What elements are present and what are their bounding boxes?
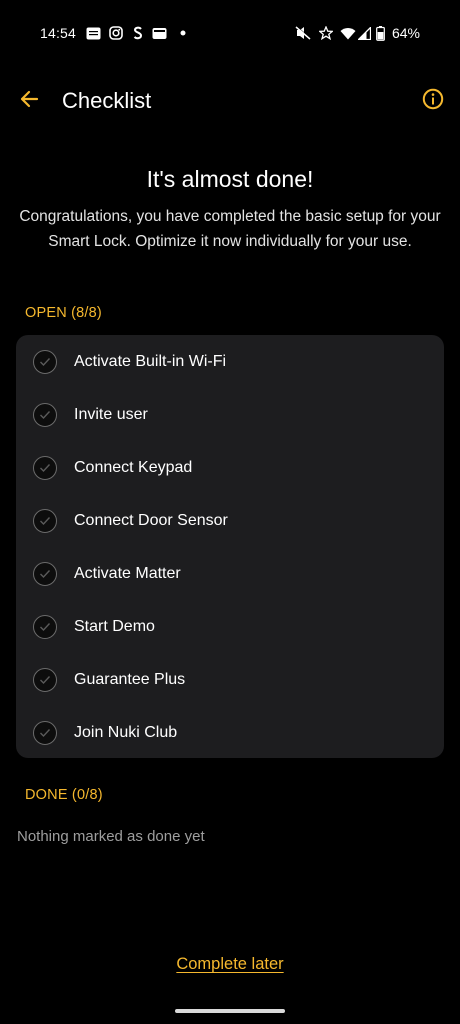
open-section-label: OPEN (8/8) (25, 305, 102, 321)
check-circle-icon[interactable] (33, 402, 57, 427)
headline: It's almost done! (146, 166, 314, 192)
wifi-icon (340, 26, 356, 40)
check-circle-icon[interactable] (33, 667, 57, 692)
check-circle-icon[interactable] (33, 508, 57, 533)
wallet-icon (152, 26, 167, 40)
battery-icon (376, 25, 385, 41)
checklist-item-guarantee-plus[interactable]: Guarantee Plus (16, 653, 444, 706)
open-checklist: Activate Built-in Wi-Fi Invite user Conn… (16, 335, 444, 758)
done-section-label: DONE (0/8) (25, 787, 103, 803)
checklist-item-activate-matter[interactable]: Activate Matter (16, 547, 444, 600)
arrow-left-icon (19, 90, 39, 113)
checklist-item-connect-door-sensor[interactable]: Connect Door Sensor (16, 494, 444, 547)
check-circle-icon[interactable] (33, 614, 57, 639)
page-title: Checklist (62, 88, 152, 113)
dot-icon (180, 26, 186, 40)
mute-vibrate-icon (295, 26, 311, 40)
signal-icon (358, 26, 371, 40)
home-indicator[interactable] (175, 1009, 285, 1013)
checklist-item-label: Invite user (74, 405, 148, 423)
checklist-item-label: Connect Keypad (74, 458, 193, 476)
complete-later-link[interactable]: Complete later (176, 955, 283, 973)
checklist-item-label: Join Nuki Club (74, 723, 178, 741)
checklist-item-label: Start Demo (74, 617, 155, 635)
status-bar: 14:54 64% (0, 0, 460, 68)
done-empty-text: Nothing marked as done yet (17, 828, 205, 845)
app-bar: Checklist (0, 68, 460, 134)
check-circle-icon[interactable] (33, 720, 57, 745)
checklist-item-label: Connect Door Sensor (74, 511, 228, 529)
check-circle-icon[interactable] (33, 455, 57, 480)
shazam-icon (133, 26, 143, 40)
news-icon (86, 26, 101, 40)
description: Congratulations, you have completed the … (19, 208, 441, 250)
checklist-item-label: Guarantee Plus (74, 670, 186, 688)
check-circle-icon[interactable] (33, 349, 57, 374)
checklist-item-label: Activate Matter (74, 564, 181, 582)
checklist-item-start-demo[interactable]: Start Demo (16, 600, 444, 653)
complete-later-container: Complete later (0, 955, 460, 974)
instagram-icon (109, 26, 123, 40)
checklist-item-connect-keypad[interactable]: Connect Keypad (16, 441, 444, 494)
info-icon (422, 88, 444, 115)
info-button[interactable] (418, 86, 448, 116)
checklist-item-invite-user[interactable]: Invite user (16, 388, 444, 441)
back-button[interactable] (14, 86, 44, 116)
checklist-item-activate-wifi[interactable]: Activate Built-in Wi-Fi (16, 335, 444, 388)
status-time: 14:54 (40, 25, 77, 41)
checklist-item-join-nuki-club[interactable]: Join Nuki Club (16, 706, 444, 759)
battery-percentage: 64% (391, 25, 420, 41)
star-icon (319, 26, 333, 40)
check-circle-icon[interactable] (33, 561, 57, 586)
checklist-item-label: Activate Built-in Wi-Fi (74, 352, 227, 370)
